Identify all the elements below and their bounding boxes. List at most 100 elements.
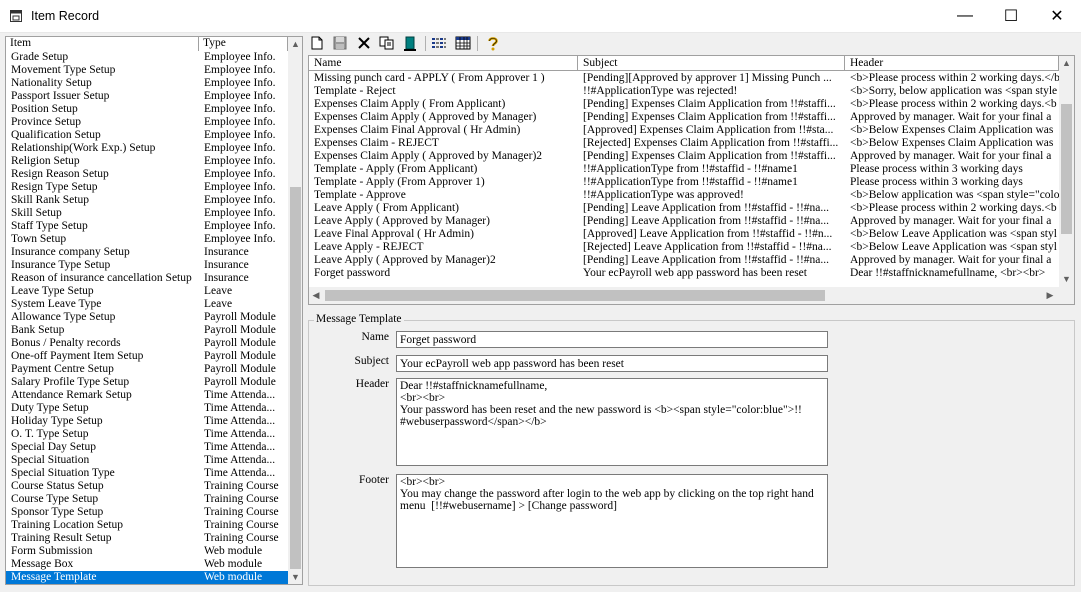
table-row[interactable]: Expenses Claim Apply ( From Applicant) [P… [309, 98, 1059, 111]
list-item[interactable]: Allowance Type Setup Payroll Module [6, 311, 288, 324]
list-item[interactable]: Sponsor Type Setup Training Course [6, 506, 288, 519]
list-item[interactable]: Qualification Setup Employee Info. [6, 129, 288, 142]
list-item[interactable]: Message Template Web module [6, 571, 288, 584]
list-item[interactable]: Leave Type Setup Leave [6, 285, 288, 298]
help-button[interactable] [484, 34, 502, 52]
table-row[interactable]: Expenses Claim Final Approval ( Hr Admin… [309, 124, 1059, 137]
header-textarea[interactable]: Dear !!#staffnicknamefullname, <br><br> … [396, 378, 828, 466]
list-item-type: Time Attenda... [204, 415, 276, 427]
list-item-name: Skill Rank Setup [11, 194, 89, 206]
table-row[interactable]: Leave Apply ( Approved by Manager)2 [Pend… [309, 254, 1059, 267]
list-item[interactable]: Form Submission Web module [6, 545, 288, 558]
list-item[interactable]: Town Setup Employee Info. [6, 233, 288, 246]
list-item[interactable]: Relationship(Work Exp.) Setup Employee In… [6, 142, 288, 155]
list-item[interactable]: Training Location Setup Training Course [6, 519, 288, 532]
item-list-vertical-scrollbar[interactable]: ▲ ▼ [288, 37, 302, 584]
column-header-subject[interactable]: Subject [578, 56, 845, 71]
list-item[interactable]: Duty Type Setup Time Attenda... [6, 402, 288, 415]
list-item[interactable]: Payment Centre Setup Payroll Module [6, 363, 288, 376]
scroll-left-arrow-icon[interactable]: ◀ [309, 287, 323, 304]
list-item[interactable]: Special Day Setup Time Attenda... [6, 441, 288, 454]
list-item[interactable]: Nationality Setup Employee Info. [6, 77, 288, 90]
list-item[interactable]: Resign Type Setup Employee Info. [6, 181, 288, 194]
grid-vertical-scrollbar[interactable]: ▲ ▼ [1059, 56, 1074, 304]
list-item[interactable]: Passport Issuer Setup Employee Info. [6, 90, 288, 103]
scroll-up-arrow-icon[interactable]: ▲ [1059, 56, 1074, 70]
footer-textarea[interactable]: <br><br> You may change the password aft… [396, 474, 828, 568]
name-field[interactable]: Forget password [396, 331, 828, 348]
cell-header: Dear !!#staffnicknamefullname, <br><br> [850, 267, 1046, 279]
minimize-button[interactable]: — [942, 0, 988, 32]
save-button[interactable] [331, 34, 349, 52]
delete-button[interactable] [355, 34, 373, 52]
list-item[interactable]: Bank Setup Payroll Module [6, 324, 288, 337]
scroll-down-arrow-icon[interactable]: ▼ [1059, 272, 1074, 286]
cell-name: Leave Final Approval ( Hr Admin) [314, 228, 475, 240]
list-item-name: Qualification Setup [11, 129, 101, 141]
exit-button[interactable] [401, 34, 419, 52]
list-view-button[interactable] [430, 34, 448, 52]
copy-button[interactable] [377, 34, 395, 52]
list-item[interactable]: Salary Profile Type Setup Payroll Module [6, 376, 288, 389]
scrollbar-thumb[interactable] [325, 290, 825, 301]
list-item[interactable]: Staff Type Setup Employee Info. [6, 220, 288, 233]
list-item[interactable]: Religion Setup Employee Info. [6, 155, 288, 168]
scroll-right-arrow-icon[interactable]: ▶ [1043, 287, 1057, 304]
list-item[interactable]: Skill Rank Setup Employee Info. [6, 194, 288, 207]
message-grid[interactable]: Name Subject Header Missing punch card -… [308, 55, 1075, 305]
list-item[interactable]: Position Setup Employee Info. [6, 103, 288, 116]
table-row[interactable]: Leave Final Approval ( Hr Admin) [Approve… [309, 228, 1059, 241]
list-item[interactable]: Course Type Setup Training Course [6, 493, 288, 506]
list-item-name: Course Status Setup [11, 480, 104, 492]
table-row[interactable]: Expenses Claim - REJECT [Rejected] Expens… [309, 137, 1059, 150]
scroll-up-arrow-icon[interactable]: ▲ [288, 37, 302, 51]
grid-horizontal-scrollbar[interactable]: ◀ ▶ [309, 287, 1059, 304]
scrollbar-thumb[interactable] [1061, 104, 1072, 234]
column-header-name[interactable]: Name [309, 56, 578, 71]
list-item[interactable]: Training Result Setup Training Course [6, 532, 288, 545]
new-button[interactable] [308, 34, 326, 52]
list-item[interactable]: Attendance Remark Setup Time Attenda... [6, 389, 288, 402]
list-item[interactable]: Resign Reason Setup Employee Info. [6, 168, 288, 181]
cell-name: Expenses Claim Apply ( Approved by Manag… [314, 150, 543, 162]
list-item[interactable]: Course Status Setup Training Course [6, 480, 288, 493]
table-row[interactable]: Template - Reject !!#ApplicationType was … [309, 85, 1059, 98]
list-item[interactable]: System Leave Type Leave [6, 298, 288, 311]
scrollbar-thumb[interactable] [290, 187, 301, 569]
column-header-item[interactable]: Item [6, 37, 199, 51]
list-item[interactable]: Special Situation Time Attenda... [6, 454, 288, 467]
grid-view-button[interactable] [454, 34, 472, 52]
column-header-type[interactable]: Type [199, 37, 288, 51]
item-list[interactable]: Item Type Grade Setup Employee Info. Movem… [5, 36, 303, 585]
table-row[interactable]: Template - Apply (From Applicant) !!#Appl… [309, 163, 1059, 176]
column-header-header[interactable]: Header [845, 56, 1059, 71]
close-button[interactable]: ✕ [1034, 0, 1080, 32]
list-item[interactable]: Province Setup Employee Info. [6, 116, 288, 129]
list-item[interactable]: Reason of insurance cancellation Setup In… [6, 272, 288, 285]
table-row[interactable]: Forget password Your ecPayroll web app pa… [309, 267, 1059, 280]
list-item[interactable]: Message Box Web module [6, 558, 288, 571]
list-item[interactable]: Insurance company Setup Insurance [6, 246, 288, 259]
list-item[interactable]: Grade Setup Employee Info. [6, 51, 288, 64]
list-item[interactable]: Special Situation Type Time Attenda... [6, 467, 288, 480]
table-row[interactable]: Template - Approve !!#ApplicationType was… [309, 189, 1059, 202]
list-item[interactable]: One-off Payment Item Setup Payroll Module [6, 350, 288, 363]
cell-header: <b>Below Leave Application was <span sty… [850, 228, 1057, 240]
list-view-icon [432, 38, 446, 48]
list-item[interactable]: Insurance Type Setup Insurance [6, 259, 288, 272]
table-row[interactable]: Leave Apply ( From Applicant) [Pending] L… [309, 202, 1059, 215]
table-row[interactable]: Expenses Claim Apply ( Approved by Manag… [309, 111, 1059, 124]
table-row[interactable]: Expenses Claim Apply ( Approved by Manag… [309, 150, 1059, 163]
subject-field[interactable]: Your ecPayroll web app password has been… [396, 355, 828, 372]
list-item[interactable]: Bonus / Penalty records Payroll Module [6, 337, 288, 350]
list-item[interactable]: O. T. Type Setup Time Attenda... [6, 428, 288, 441]
maximize-button[interactable]: ☐ [988, 0, 1034, 32]
list-item[interactable]: Holiday Type Setup Time Attenda... [6, 415, 288, 428]
table-row[interactable]: Missing punch card - APPLY ( From Approv… [309, 72, 1059, 85]
table-row[interactable]: Leave Apply - REJECT [Rejected] Leave App… [309, 241, 1059, 254]
table-row[interactable]: Template - Apply (From Approver 1) !!#App… [309, 176, 1059, 189]
scroll-down-arrow-icon[interactable]: ▼ [288, 570, 302, 584]
table-row[interactable]: Leave Apply ( Approved by Manager) [Pendi… [309, 215, 1059, 228]
list-item[interactable]: Skill Setup Employee Info. [6, 207, 288, 220]
list-item[interactable]: Movement Type Setup Employee Info. [6, 64, 288, 77]
